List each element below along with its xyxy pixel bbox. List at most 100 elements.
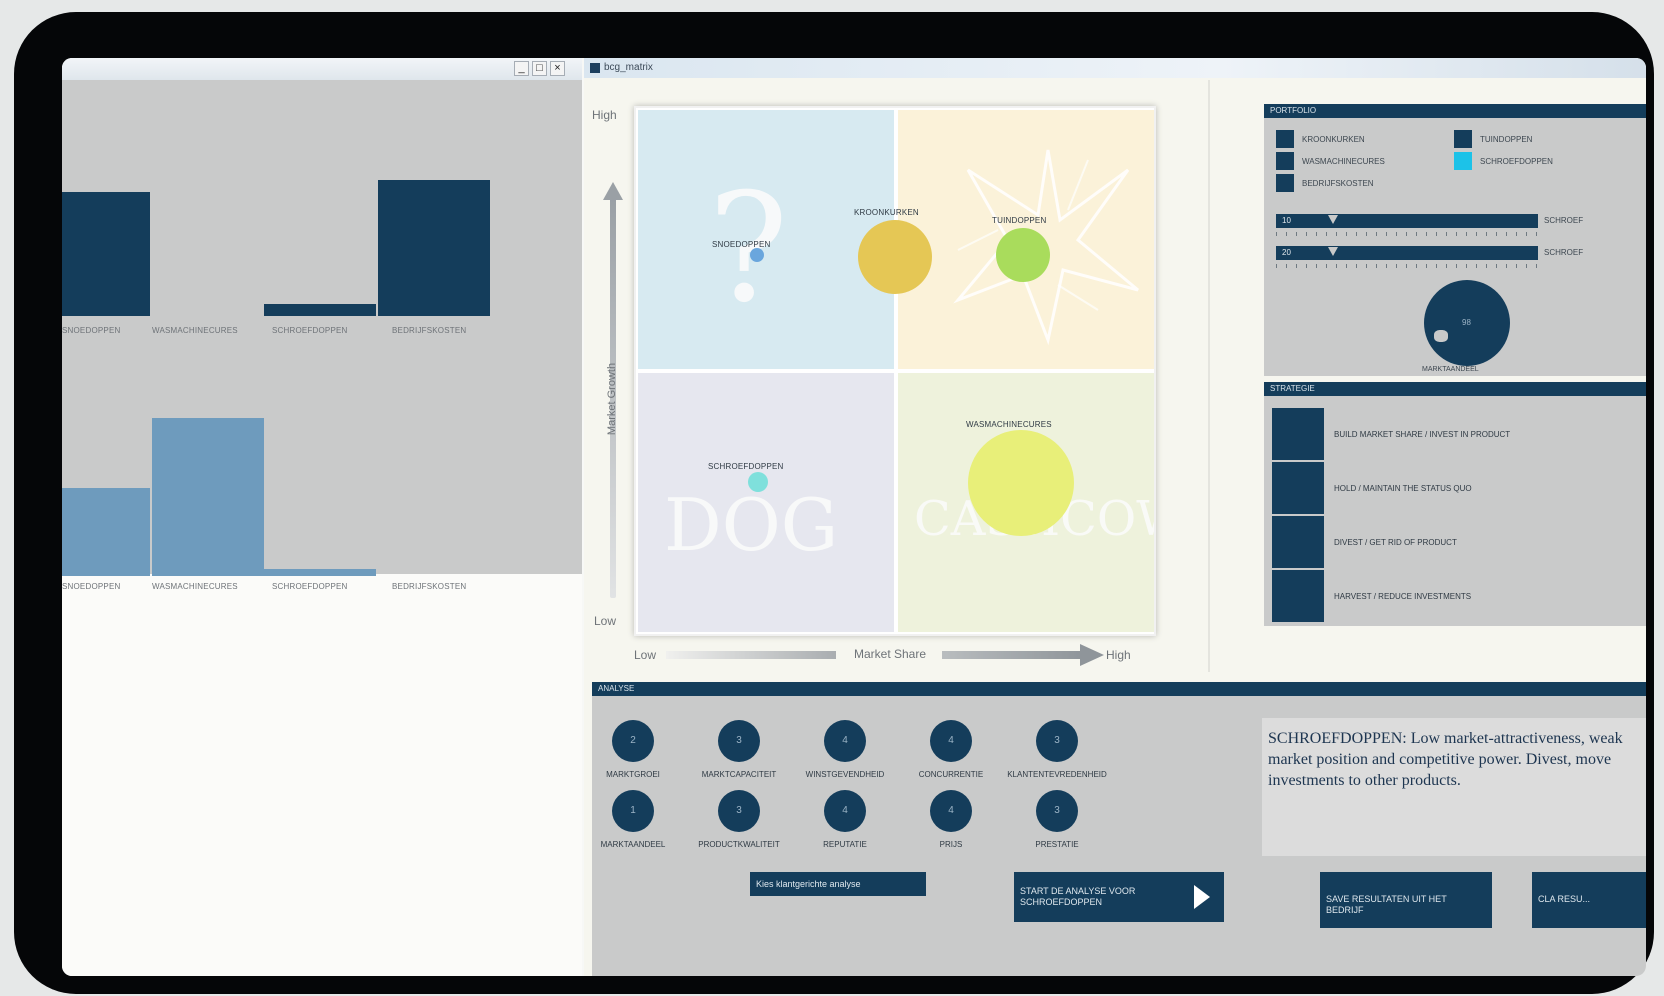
top-category-label: BEDRIJFSKOSTEN xyxy=(392,326,467,335)
legend-swatch xyxy=(1276,130,1294,148)
bubble-snoedoppen[interactable] xyxy=(750,248,764,262)
slider-track[interactable]: 20 xyxy=(1276,246,1538,260)
x-axis-gradient xyxy=(666,651,836,659)
y-axis-title: Market Growth xyxy=(606,362,619,436)
slider-value: 20 xyxy=(1282,248,1291,257)
knob-label: PRODUCTKWALITEIT xyxy=(698,840,780,849)
strategy-item: HARVEST / REDUCE INVESTMENTS xyxy=(1334,592,1472,601)
bottom-category-label: SNOEDOPPEN xyxy=(62,582,121,591)
portfolio-panel: PORTFOLIO KROONKURKEN WASMACHINECURES BE… xyxy=(1264,104,1646,376)
y-axis-low-label: Low xyxy=(594,614,617,628)
strategy-bar[interactable] xyxy=(1272,570,1324,622)
extra-results-button[interactable]: CLA RESU... xyxy=(1532,872,1646,928)
bubble-label: TUINDOPPEN xyxy=(992,216,1047,225)
bubble-label: SCHROEFDOPPEN xyxy=(708,462,784,471)
bubble-label: WASMACHINECURES xyxy=(966,420,1052,429)
x-axis-arrow-icon xyxy=(1080,644,1104,666)
knob-label: MARKTGROEI xyxy=(606,770,660,779)
y-axis-high-label: High xyxy=(592,108,617,122)
slider-ticks xyxy=(1276,232,1538,236)
minimize-button[interactable]: _ xyxy=(514,61,529,76)
pie-label: MARKTAANDEEL xyxy=(1422,366,1479,373)
slider-thumb[interactable] xyxy=(1328,215,1338,224)
strategy-bar[interactable] xyxy=(1272,462,1324,514)
top-bar-3 xyxy=(264,304,376,316)
strategy-header: STRATEGIE xyxy=(1264,382,1646,396)
bar-charts-pane: SNOEDOPPEN WASMACHINECURES SCHROEFDOPPEN… xyxy=(62,80,582,591)
bcg-matrix: ? DOG CASHCOW SNOEDOPPEN KROONKUR xyxy=(634,106,1156,636)
knob-label: WINSTGEVENDHEID xyxy=(805,770,885,779)
strategy-item: DIVEST / GET RID OF PRODUCT xyxy=(1334,538,1457,547)
analysis-panel: ANALYSE 2 MARKTGROEI 3 MARKTCAPACITEIT 4… xyxy=(592,682,1646,976)
slider-value: 10 xyxy=(1282,216,1291,225)
customer-analysis-button[interactable]: Kies klantgerichte analyse xyxy=(750,872,926,896)
pie-slice xyxy=(1434,330,1448,342)
analysis-header: ANALYSE xyxy=(592,682,1646,696)
bottom-category-label: SCHROEFDOPPEN xyxy=(272,582,348,591)
knob-marktaandeel[interactable]: 1 xyxy=(612,790,654,832)
pie-chart: 98 xyxy=(1424,280,1510,366)
analysis-description: SCHROEFDOPPEN: Low market-attractiveness… xyxy=(1262,718,1646,856)
knob-label: PRESTATIE xyxy=(1035,840,1079,849)
knob-marktcapaciteit[interactable]: 3 xyxy=(718,720,760,762)
knob-marktgroei[interactable]: 2 xyxy=(612,720,654,762)
knob-concurrentie[interactable]: 4 xyxy=(930,720,972,762)
knob-reputatie[interactable]: 4 xyxy=(824,790,866,832)
legend-label: WASMACHINECURES xyxy=(1302,157,1385,166)
slider-track[interactable]: 10 xyxy=(1276,214,1538,228)
knob-label: PRIJS xyxy=(939,840,963,849)
bubble-tuindoppen[interactable] xyxy=(996,228,1050,282)
x-axis-high-label: High xyxy=(1106,648,1131,662)
legend-label: SCHROEFDOPPEN xyxy=(1480,157,1553,166)
main-window: bcg_matrix High Market Growth Low ? DOG … xyxy=(584,58,1646,976)
save-results-label: SAVE RESULTATEN UIT HET BEDRIJF xyxy=(1326,894,1447,915)
knob-prestatie[interactable]: 3 xyxy=(1036,790,1078,832)
app-icon xyxy=(590,63,600,73)
quadrant-dog: DOG xyxy=(638,373,894,632)
legend-swatch xyxy=(1454,152,1472,170)
maximize-button[interactable]: □ xyxy=(532,61,547,76)
save-results-button[interactable]: SAVE RESULTATEN UIT HET BEDRIJF xyxy=(1320,872,1492,928)
top-bar-4 xyxy=(378,180,490,316)
strategy-bar[interactable] xyxy=(1272,408,1324,460)
slider-thumb[interactable] xyxy=(1328,247,1338,256)
bottom-bar-2 xyxy=(152,418,264,576)
main-window-titlebar: bcg_matrix xyxy=(584,58,1646,78)
top-category-label: WASMACHINECURES xyxy=(152,326,238,335)
strategy-item: HOLD / MAINTAIN THE STATUS QUO xyxy=(1334,484,1472,493)
legend-swatch xyxy=(1276,174,1294,192)
device-frame: _ □ × SNOEDOPPEN WASMACHINECURES SCHROEF… xyxy=(14,12,1654,994)
bottom-category-label: WASMACHINECURES xyxy=(152,582,238,591)
bubble-wasmachinecures[interactable] xyxy=(968,430,1074,536)
bubble-kroonkurken[interactable] xyxy=(858,220,932,294)
bottom-bar-1 xyxy=(62,488,150,576)
top-category-label: SNOEDOPPEN xyxy=(62,326,121,335)
quadrant-question-word: ? xyxy=(708,162,789,336)
knob-klantentevredenheid[interactable]: 3 xyxy=(1036,720,1078,762)
knob-prijs[interactable]: 4 xyxy=(930,790,972,832)
legend-label: BEDRIJFSKOSTEN xyxy=(1302,179,1374,188)
legend-label: TUINDOPPEN xyxy=(1480,135,1533,144)
x-axis-low-label: Low xyxy=(634,648,657,662)
window-title: bcg_matrix xyxy=(604,62,653,73)
top-bar-1 xyxy=(62,192,150,316)
knob-winstgevendheid[interactable]: 4 xyxy=(824,720,866,762)
slider-ticks xyxy=(1276,264,1538,268)
divider xyxy=(1208,80,1210,672)
bubble-label: KROONKURKEN xyxy=(854,208,919,217)
knob-productkwaliteit[interactable]: 3 xyxy=(718,790,760,832)
pie-center-label: 98 xyxy=(1462,318,1471,327)
quadrant-dog-word: DOG xyxy=(664,483,839,567)
slider-end-label: SCHROEF xyxy=(1544,248,1584,257)
portfolio-header: PORTFOLIO xyxy=(1264,104,1646,118)
bubble-label: SNOEDOPPEN xyxy=(712,240,771,249)
start-analysis-button[interactable]: START DE ANALYSE VOOR SCHROEFDOPPEN xyxy=(1014,872,1224,922)
extra-results-label: CLA RESU... xyxy=(1538,894,1591,904)
x-axis-title: Market Share xyxy=(854,647,927,661)
bottom-category-label: BEDRIJFSKOSTEN xyxy=(392,582,467,591)
knob-label: REPUTATIE xyxy=(823,840,867,849)
bubble-schroefdoppen[interactable] xyxy=(748,472,768,492)
knob-label: KLANTENTEVREDENHEID xyxy=(1007,770,1107,779)
strategy-bar[interactable] xyxy=(1272,516,1324,568)
close-button[interactable]: × xyxy=(550,61,565,76)
